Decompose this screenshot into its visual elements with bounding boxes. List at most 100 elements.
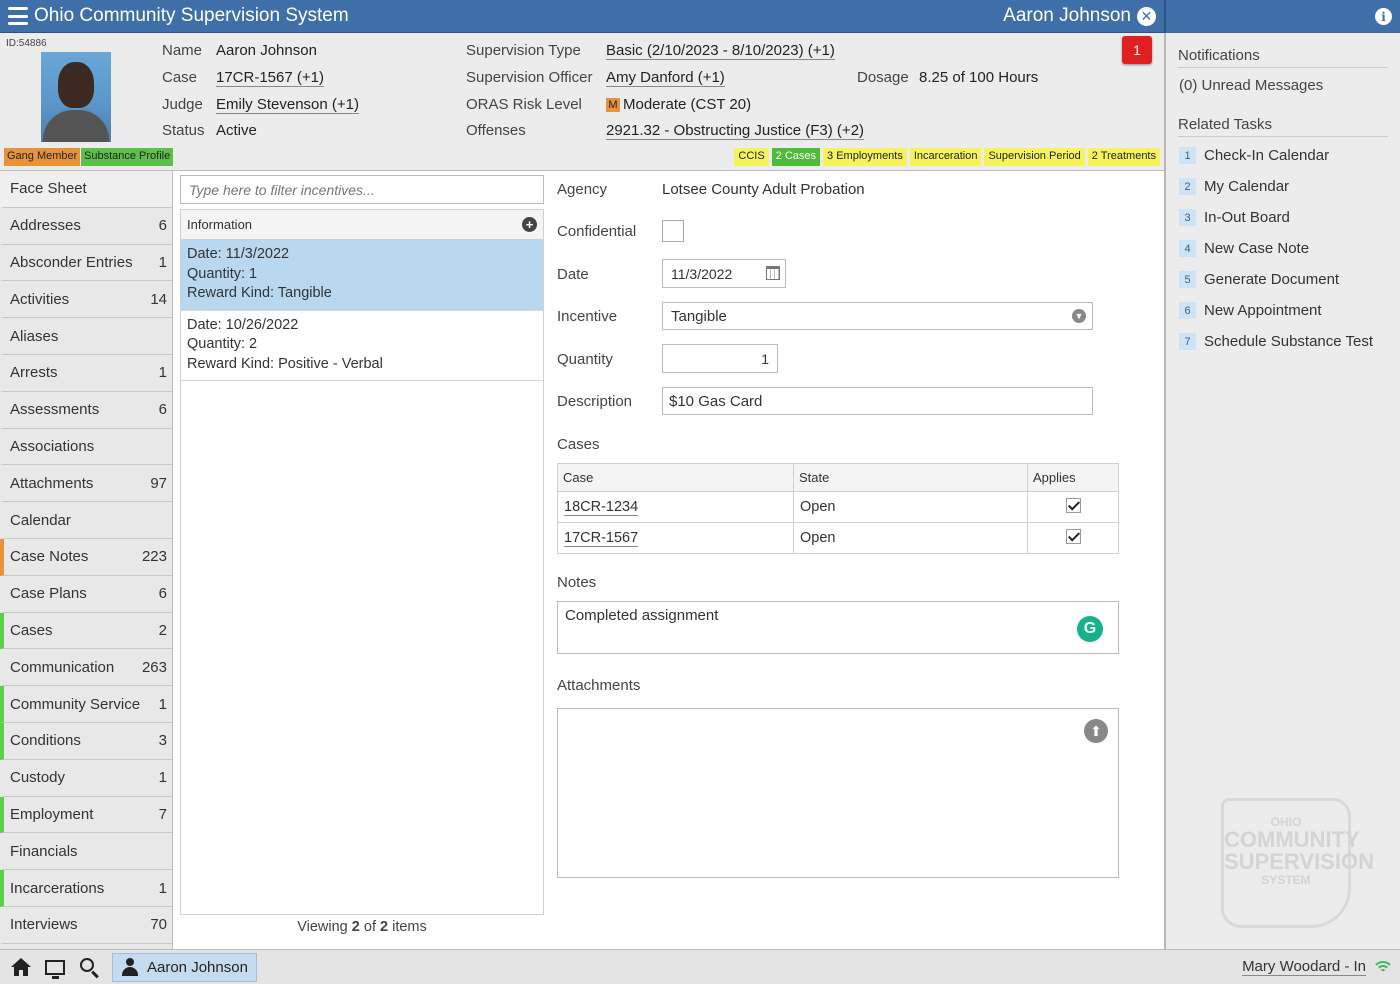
applies-checkbox[interactable] <box>1065 497 1081 513</box>
task-my-calendar[interactable]: 2 My Calendar <box>1179 178 1289 195</box>
table-row: 17CR-1567 Open <box>557 522 1119 554</box>
case-link[interactable]: 17CR-1567 <box>564 530 639 547</box>
sidebar-item-case-notes[interactable]: Case Notes 223 <box>0 538 172 576</box>
supervision-type-link[interactable]: Basic (2/10/2023 - 8/10/2023) (+1) <box>606 42 835 60</box>
calendar-icon[interactable] <box>766 266 780 280</box>
chip-treatments[interactable]: 2 Treatments <box>1087 148 1160 166</box>
user-status-link[interactable]: Mary Woodard - In <box>1242 958 1366 976</box>
task-schedule-substance-test[interactable]: 7 Schedule Substance Test <box>1179 333 1373 350</box>
incentive-filter-input[interactable] <box>180 175 544 204</box>
client-photo <box>41 52 111 142</box>
list-header-label: Information <box>187 217 253 232</box>
info-icon[interactable]: i <box>1375 8 1392 25</box>
offenses-link[interactable]: 2921.32 - Obstructing Justice (F3) (+2) <box>606 122 865 140</box>
incentive-select[interactable]: Tangible ▼ <box>662 302 1093 330</box>
substance-profile-tag[interactable]: Substance Profile <box>81 148 174 166</box>
sidebar-item-absconder-entries[interactable]: Absconder Entries 1 <box>0 244 172 282</box>
sidebar-item-assessments[interactable]: Assessments 6 <box>0 391 172 429</box>
agency-label: Agency <box>557 181 608 198</box>
search-icon[interactable] <box>76 954 102 980</box>
incentive-label: Incentive <box>557 308 618 325</box>
task-in-out-board[interactable]: 3 In-Out Board <box>1179 209 1290 226</box>
incentive-select-value: Tangible <box>671 308 727 325</box>
right-panel: Notifications (0) Unread Messages Relate… <box>1164 33 1400 949</box>
sidebar-item-interviews[interactable]: Interviews 70 <box>0 906 172 944</box>
date-field[interactable]: 11/3/2022 <box>662 259 786 288</box>
sidebar-item-cases[interactable]: Cases 2 <box>0 612 172 650</box>
client-tab-label: Aaron Johnson <box>147 958 248 976</box>
sidebar-item-incarcerations[interactable]: Incarcerations 1 <box>0 870 172 907</box>
description-field[interactable]: $10 Gas Card <box>662 387 1093 415</box>
column-header-case[interactable]: Case <box>557 463 794 492</box>
attachments-label: Attachments <box>557 677 641 694</box>
main-content: Information + Date: 11/3/2022 Quantity: … <box>173 171 1164 949</box>
case-link[interactable]: 18CR-1234 <box>564 499 639 516</box>
table-row: 18CR-1234 Open <box>557 491 1119 523</box>
sidebar-item-addresses[interactable]: Addresses 6 <box>0 207 172 245</box>
task-new-appointment[interactable]: 6 New Appointment <box>1179 302 1322 319</box>
unread-messages-link[interactable]: (0) Unread Messages <box>1179 77 1323 94</box>
notes-text: Completed assignment <box>565 607 719 624</box>
sidebar-item-face-sheet[interactable]: Face Sheet <box>0 171 172 208</box>
cases-label: Cases <box>557 436 600 453</box>
alert-count-badge[interactable]: 1 <box>1122 36 1152 64</box>
chip-supervision-period[interactable]: Supervision Period <box>984 148 1085 166</box>
client-id: ID:54886 <box>6 38 47 49</box>
close-client-icon[interactable]: ✕ <box>1137 6 1156 26</box>
sidebar-item-attachments[interactable]: Attachments 97 <box>0 465 172 503</box>
grammarly-icon[interactable]: G <box>1077 616 1103 642</box>
sidebar-item-custody[interactable]: Custody 1 <box>0 759 172 797</box>
list-item[interactable]: Date: 10/26/2022 Quantity: 2 Reward Kind… <box>181 311 543 381</box>
chip-employments[interactable]: 3 Employments <box>823 148 907 166</box>
sidebar-item-associations[interactable]: Associations <box>0 428 172 466</box>
home-icon[interactable] <box>8 954 34 980</box>
sidebar-item-case-plans[interactable]: Case Plans 6 <box>0 575 172 613</box>
confidential-checkbox[interactable] <box>662 220 684 242</box>
wifi-icon <box>1374 959 1392 975</box>
sidebar-item-employment[interactable]: Employment 7 <box>0 796 172 834</box>
sidebar-item-arrests[interactable]: Arrests 1 <box>0 354 172 392</box>
app-title: Ohio Community Supervision System <box>34 5 349 26</box>
attachments-dropzone[interactable]: ⬆ <box>557 708 1119 878</box>
confidential-label: Confidential <box>557 223 637 240</box>
ohio-logo-watermark: OHIO COMMUNITY SUPERVISION SYSTEM <box>1221 798 1374 928</box>
client-tab[interactable]: Aaron Johnson <box>112 952 257 982</box>
dosage-value: 8.25 of 100 Hours <box>919 69 1039 86</box>
sidebar-item-financials[interactable]: Financials <box>0 833 172 871</box>
list-item[interactable]: Date: 11/3/2022 Quantity: 1 Reward Kind:… <box>181 240 543 311</box>
list-item-date: Date: 11/3/2022 <box>187 246 290 262</box>
judge-link[interactable]: Emily Stevenson (+1) <box>216 96 359 114</box>
column-header-state[interactable]: State <box>793 463 1028 492</box>
chevron-down-icon[interactable]: ▼ <box>1072 309 1086 323</box>
oras-risk-chip: M <box>606 98 620 112</box>
officer-link[interactable]: Amy Danford (+1) <box>606 69 725 87</box>
case-link[interactable]: 17CR-1567 (+1) <box>216 69 324 87</box>
quantity-field[interactable]: 1 <box>662 344 778 373</box>
task-check-in-calendar[interactable]: 1 Check-In Calendar <box>1179 147 1329 164</box>
notes-textarea[interactable]: Completed assignment G <box>557 601 1119 654</box>
sidebar-item-aliases[interactable]: Aliases <box>0 318 172 355</box>
description-label: Description <box>557 393 633 410</box>
chip-cases[interactable]: 2 Cases <box>771 148 821 166</box>
sidebar-item-activities[interactable]: Activities 14 <box>0 281 172 319</box>
add-incentive-icon[interactable]: + <box>522 217 537 232</box>
menu-icon[interactable] <box>8 7 28 25</box>
applies-checkbox[interactable] <box>1065 528 1081 544</box>
upload-icon[interactable]: ⬆ <box>1084 719 1108 743</box>
cases-table: Case State Applies 18CR-1234 Open 17CR-1… <box>557 463 1119 554</box>
sidebar-item-calendar[interactable]: Calendar <box>0 502 172 539</box>
sidebar-item-communication[interactable]: Communication 263 <box>0 649 172 687</box>
dashboard-icon[interactable] <box>42 954 68 980</box>
sidebar-item-community-service[interactable]: Community Service 1 <box>0 686 172 723</box>
chip-ccis[interactable]: CCIS <box>734 148 769 166</box>
date-field-value: 11/3/2022 <box>671 266 733 282</box>
column-header-applies[interactable]: Applies <box>1027 463 1119 492</box>
task-new-case-note[interactable]: 4 New Case Note <box>1179 240 1309 257</box>
date-label: Date <box>557 266 589 283</box>
sidebar-item-conditions[interactable]: Conditions 3 <box>0 722 172 760</box>
gang-member-tag[interactable]: Gang Member <box>4 148 81 166</box>
chip-incarceration[interactable]: Incarceration <box>909 148 982 166</box>
task-generate-document[interactable]: 5 Generate Document <box>1179 271 1339 288</box>
client-header: ID:54886 Gang Member Substance Profile N… <box>0 33 1164 171</box>
offenses-label: Offenses <box>466 122 526 139</box>
